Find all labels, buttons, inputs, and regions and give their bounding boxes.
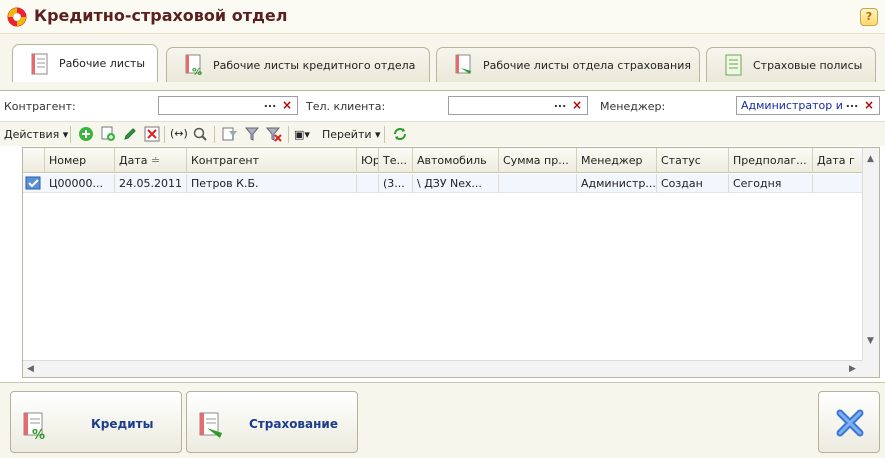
column-header-date2[interactable]: Дата г: [813, 148, 863, 173]
tab-credit-worksheets[interactable]: % Рабочие листы кредитного отдела: [166, 47, 430, 82]
tab-insurance-policies[interactable]: Страховые полисы: [706, 47, 876, 82]
sort-asc-icon: ≐: [150, 154, 161, 167]
copy-icon[interactable]: [100, 126, 116, 142]
manager-select-button[interactable]: ...: [843, 97, 861, 114]
credits-button-label: Кредиты: [91, 417, 154, 431]
svg-text:%: %: [192, 67, 202, 76]
title-bar: Кредитно-страховой отдел ?: [0, 0, 885, 34]
scroll-up-icon[interactable]: ▲: [867, 154, 874, 164]
phone-select-button[interactable]: ...: [551, 97, 569, 114]
tab-bar: Рабочие листы % Рабочие листы кредитного…: [0, 34, 885, 90]
insurance-document-icon: [199, 412, 222, 438]
manager-value: Администратор и: [741, 99, 843, 112]
column-header-amount[interactable]: Сумма пр...: [499, 148, 577, 173]
close-button[interactable]: [818, 391, 880, 453]
horizontal-scrollbar[interactable]: ◀ ▶: [23, 360, 863, 377]
tab-label: Страховые полисы: [753, 58, 863, 72]
credit-worksheet-icon: %: [185, 54, 202, 76]
goto-menu-label: Перейти: [322, 128, 372, 141]
policy-icon: [725, 54, 742, 76]
column-header-date[interactable]: Дата ≐: [115, 148, 187, 173]
counterparty-select-button[interactable]: ...: [261, 97, 279, 114]
phone-field[interactable]: ... ×: [448, 96, 588, 115]
column-header-number[interactable]: Номер: [45, 148, 115, 173]
insurance-button-label: Страхование: [249, 417, 338, 431]
insurance-worksheet-icon: [455, 54, 471, 74]
cell-date: 24.05.2011: [115, 174, 187, 193]
document-status-icon: [25, 176, 41, 190]
table-row[interactable]: Ц00000... 24.05.2011 Петров К.Б. (3... \…: [23, 174, 863, 193]
worksheets-table[interactable]: Номер Дата ≐ Контрагент Юр Те... Автомоб…: [22, 147, 880, 378]
cell-amount: [499, 174, 577, 193]
cell-status: Создан: [657, 174, 729, 193]
counterparty-field[interactable]: ... ×: [158, 96, 298, 115]
clear-filter-icon[interactable]: [266, 126, 282, 142]
phone-label: Тел. клиента:: [306, 100, 386, 113]
actions-menu-label: Действия: [4, 128, 60, 141]
cell-expected: Сегодня: [729, 174, 813, 193]
window-title: Кредитно-страховой отдел: [34, 6, 288, 25]
tab-label: Рабочие листы кредитного отдела: [213, 58, 416, 72]
worksheet-icon: [31, 53, 48, 74]
column-header-car[interactable]: Автомобиль: [413, 148, 499, 173]
tab-insurance-worksheets[interactable]: Рабочие листы отдела страхования: [436, 47, 700, 82]
column-header-legal[interactable]: Юр: [357, 148, 379, 173]
credit-document-icon: %: [23, 412, 45, 440]
delete-icon[interactable]: [144, 126, 160, 142]
cell-legal: [357, 174, 379, 193]
add-icon[interactable]: [78, 126, 94, 142]
manager-label: Менеджер:: [600, 100, 666, 113]
toolbar-separator: [164, 126, 165, 143]
toolbar-separator: [384, 126, 385, 143]
cell-number: Ц00000...: [45, 174, 115, 193]
print-menu[interactable]: ▣▾: [294, 128, 310, 141]
counterparty-clear-button[interactable]: ×: [278, 97, 296, 114]
column-header-status[interactable]: Статус: [657, 148, 729, 173]
filter-row: Контрагент: ... × Тел. клиента: ... × Ме…: [0, 91, 885, 119]
credits-button[interactable]: % Кредиты: [10, 391, 182, 453]
cell-counterparty: Петров К.Б.: [187, 174, 357, 193]
filter-settings-icon[interactable]: [222, 126, 238, 142]
lifebuoy-icon: [7, 7, 27, 27]
tab-label: Рабочие листы отдела страхования: [483, 58, 691, 72]
filter-icon[interactable]: [244, 126, 260, 142]
toolbar-separator: [70, 126, 71, 143]
edit-icon[interactable]: [122, 126, 138, 142]
column-header-manager[interactable]: Менеджер: [577, 148, 657, 173]
toolbar-separator: [288, 126, 289, 143]
actions-menu[interactable]: Действия ▾: [4, 128, 68, 141]
manager-clear-button[interactable]: ×: [860, 97, 878, 114]
search-icon[interactable]: [192, 126, 208, 142]
toolbar: Действия ▾ (↔) ▣▾ Перейти ▾: [0, 121, 885, 146]
table-header: Номер Дата ≐ Контрагент Юр Те... Автомоб…: [23, 148, 863, 173]
cell-car: \ ДЗУ Nex...: [413, 174, 499, 193]
cell-phone: (3...: [379, 174, 413, 193]
tab-label: Рабочие листы: [59, 57, 146, 70]
help-button[interactable]: ?: [860, 8, 878, 26]
bottom-panel: % Кредиты Страхование: [0, 383, 885, 458]
column-header-date-label: Дата: [119, 154, 148, 167]
scroll-left-icon[interactable]: ◀: [27, 364, 34, 374]
insurance-button[interactable]: Страхование: [186, 391, 358, 453]
column-header-marker: [23, 148, 45, 173]
scroll-down-icon[interactable]: ▼: [867, 336, 874, 346]
toolbar-separator: [214, 126, 215, 143]
column-header-expected[interactable]: Предполаг...: [729, 148, 813, 173]
phone-clear-button[interactable]: ×: [568, 97, 586, 114]
scroll-right-icon[interactable]: ▶: [849, 364, 856, 374]
close-icon: [836, 409, 864, 437]
tab-worksheets[interactable]: Рабочие листы: [12, 44, 158, 82]
svg-text:%: %: [32, 428, 45, 440]
swap-icon[interactable]: (↔): [170, 127, 188, 140]
refresh-icon[interactable]: [392, 126, 408, 142]
goto-menu[interactable]: Перейти ▾: [322, 128, 381, 141]
manager-field[interactable]: Администратор и ... ×: [736, 96, 880, 115]
column-header-counterparty[interactable]: Контрагент: [187, 148, 357, 173]
column-header-phone[interactable]: Те...: [379, 148, 413, 173]
cell-date2: [813, 174, 863, 193]
counterparty-label: Контрагент:: [4, 100, 76, 113]
cell-manager: Администр...: [577, 174, 657, 193]
vertical-scrollbar[interactable]: ▲ ▼: [862, 148, 879, 377]
